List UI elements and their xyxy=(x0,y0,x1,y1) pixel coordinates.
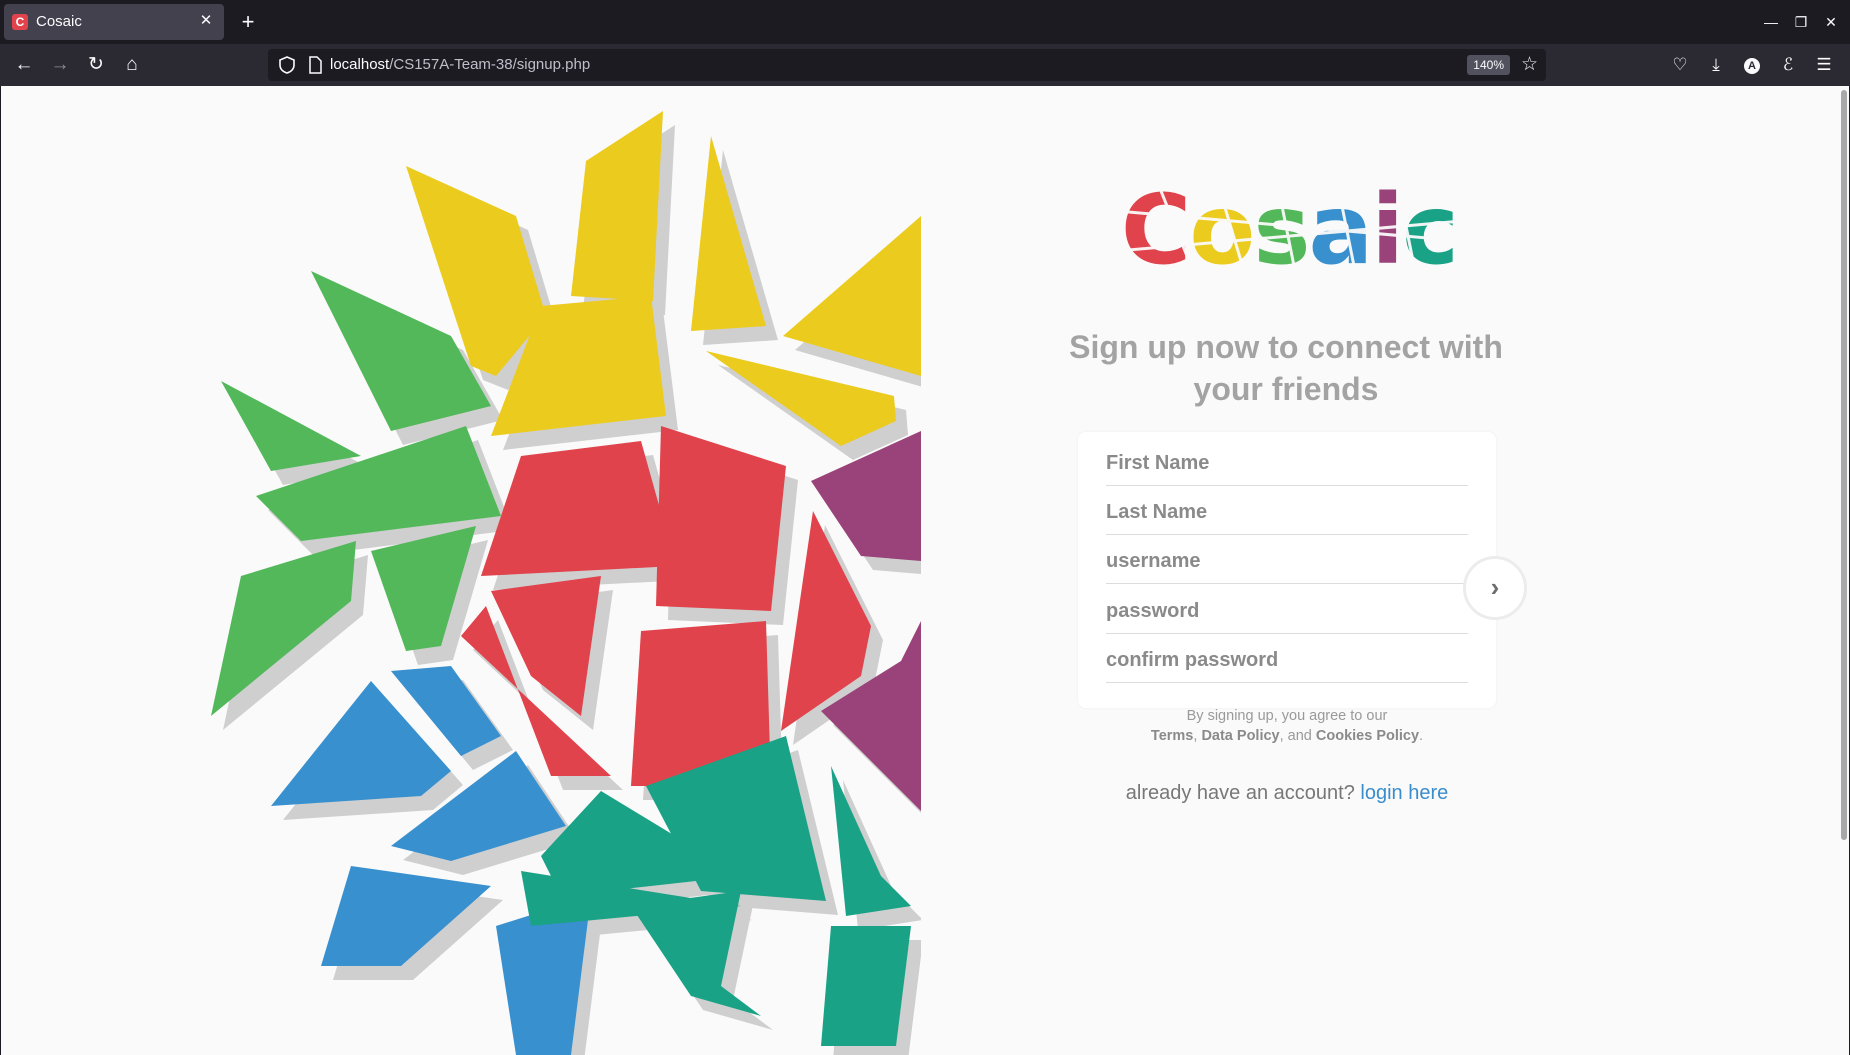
signup-submit-button[interactable]: › xyxy=(1463,556,1527,620)
download-icon[interactable]: ⤓ xyxy=(1702,51,1730,79)
terms-notice: By signing up, you agree to our Terms, D… xyxy=(1078,706,1496,746)
home-icon[interactable]: ⌂ xyxy=(118,51,146,79)
chevron-right-icon: › xyxy=(1490,572,1500,602)
terms-suffix: . xyxy=(1419,728,1424,744)
terms-separator: , and xyxy=(1279,728,1316,744)
last-name-input[interactable] xyxy=(1106,491,1468,535)
minimize-icon[interactable]: — xyxy=(1756,10,1786,34)
restore-icon[interactable]: ❐ xyxy=(1786,10,1816,34)
login-prompt: already have an account? login here xyxy=(1078,782,1496,805)
cosaic-logo: Cosaic xyxy=(1117,181,1462,281)
url-bar[interactable]: localhost/CS157A-Team-38/signup.php 140%… xyxy=(268,49,1546,81)
login-link[interactable]: login here xyxy=(1360,782,1448,804)
favicon-icon: C xyxy=(12,14,28,30)
first-name-input[interactable] xyxy=(1106,442,1468,486)
mosaic-illustration xyxy=(211,111,921,1055)
page-icon[interactable] xyxy=(306,55,324,75)
confirm-password-input[interactable] xyxy=(1106,639,1468,683)
navigation-toolbar: ← → ↻ ⌂ localhost/CS157A-Team-38/signup.… xyxy=(0,44,1850,86)
cookies-policy-link[interactable]: Cookies Policy xyxy=(1316,728,1419,744)
close-icon[interactable]: ✕ xyxy=(196,11,216,31)
password-input[interactable] xyxy=(1106,590,1468,634)
mosaic-tiles xyxy=(211,111,921,1055)
new-tab-button[interactable]: + xyxy=(234,8,262,36)
login-prompt-text: already have an account? xyxy=(1125,782,1355,804)
shield-icon[interactable] xyxy=(276,54,298,76)
zoom-indicator[interactable]: 140% xyxy=(1467,55,1510,75)
page-viewport: Cosaic Sign up now to connect with your … xyxy=(1,86,1849,1055)
page-tagline: Sign up now to connect with your friends xyxy=(1069,329,1503,407)
back-icon[interactable]: ← xyxy=(10,51,38,79)
url-host: localhost xyxy=(330,56,390,73)
logo-letter: i xyxy=(1371,181,1402,281)
window-close-icon[interactable]: ✕ xyxy=(1816,10,1846,34)
page-scrollbar[interactable] xyxy=(1841,90,1847,840)
url-path: /CS157A-Team-38/signup.php xyxy=(389,56,591,73)
logo-letter: C xyxy=(1121,181,1189,281)
tab-cosaic[interactable]: C Cosaic ✕ xyxy=(4,4,224,40)
menu-icon[interactable]: ☰ xyxy=(1810,51,1838,79)
reload-icon[interactable]: ↻ xyxy=(82,51,110,79)
pocket-icon[interactable]: ♡ xyxy=(1666,51,1694,79)
extension-icon[interactable]: ℰ xyxy=(1774,51,1802,79)
forward-icon[interactable]: → xyxy=(46,51,74,79)
username-input[interactable] xyxy=(1106,540,1468,584)
data-policy-link[interactable]: Data Policy xyxy=(1201,728,1279,744)
terms-link[interactable]: Terms xyxy=(1151,728,1193,744)
tab-title: Cosaic xyxy=(36,13,82,30)
logo-letter: c xyxy=(1402,181,1457,281)
signup-form xyxy=(1078,432,1496,708)
tab-strip: C Cosaic ✕ + — ❐ ✕ xyxy=(0,0,1850,44)
url-text[interactable]: localhost/CS157A-Team-38/signup.php xyxy=(330,56,590,73)
account-icon[interactable]: A xyxy=(1738,51,1766,79)
star-icon[interactable]: ☆ xyxy=(1521,53,1538,77)
terms-prefix: By signing up, you agree to our xyxy=(1186,708,1388,724)
